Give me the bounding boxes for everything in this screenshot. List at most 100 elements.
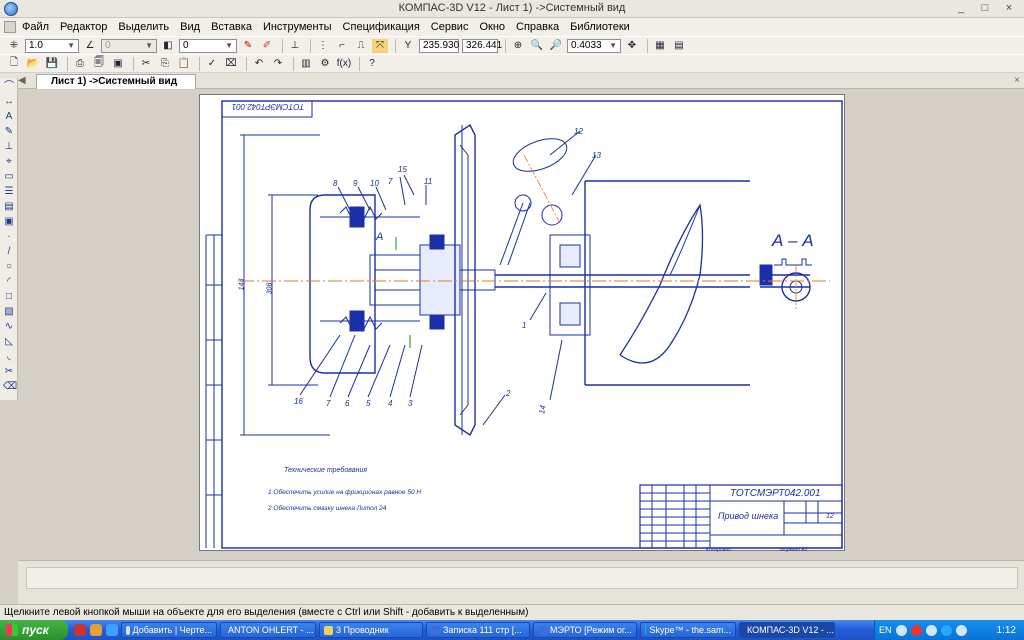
circle-icon[interactable]: ○ [3, 261, 15, 273]
clock[interactable]: 1:12 [997, 625, 1016, 636]
color-picker-icon[interactable]: ✎ [240, 39, 256, 53]
fillet-icon[interactable]: ◟ [3, 351, 15, 363]
coord-x-field[interactable]: 235.930 [419, 38, 459, 53]
erase-icon[interactable]: ⌫ [3, 381, 17, 393]
zoom-out-icon[interactable]: 🔎 [548, 39, 564, 53]
task-add-drawing[interactable]: Добавить | Черте... [121, 622, 217, 638]
menu-help[interactable]: Справка [516, 21, 559, 33]
angle-icon[interactable]: ∠ [82, 39, 98, 53]
menu-specification[interactable]: Спецификация [343, 21, 420, 33]
task-explorer[interactable]: 3 Проводник [319, 622, 423, 638]
notation-icon[interactable]: A [3, 111, 15, 123]
volume-tray-icon[interactable] [955, 624, 967, 636]
manager-icon[interactable]: ▥ [298, 57, 314, 71]
properties-icon[interactable]: ✓ [204, 57, 220, 71]
line-icon[interactable]: / [3, 246, 15, 258]
help-tray-icon[interactable] [895, 624, 907, 636]
language-indicator[interactable]: EN [879, 625, 892, 635]
chamfer-icon[interactable]: ◺ [3, 336, 15, 348]
point-icon[interactable]: · [3, 231, 15, 243]
library-icon[interactable]: ⚙ [317, 57, 333, 71]
paste-icon[interactable]: 📋 [176, 57, 192, 71]
orthogonal-icon[interactable]: ⊥ [287, 39, 303, 53]
pan-icon[interactable]: ✥ [624, 39, 640, 53]
snap-icon[interactable]: ⤧ [372, 38, 388, 53]
brush-icon[interactable]: ✐ [259, 39, 275, 53]
parametrization-icon[interactable]: ⊥ [3, 141, 15, 153]
start-button[interactable]: пуск [0, 620, 68, 640]
grid-icon[interactable]: ⋮ [315, 39, 331, 53]
refresh-view-icon[interactable]: ▦ [652, 39, 668, 53]
task-anton-ohlert[interactable]: ANTON OHLERT - ... [220, 622, 316, 638]
menu-tools[interactable]: Инструменты [263, 21, 332, 33]
zoom-select[interactable]: 0.4033 ▼ [567, 38, 621, 53]
step-select[interactable]: 1.0 ▼ [25, 38, 79, 53]
local-cs-icon[interactable]: ⌐ [334, 39, 350, 53]
layer-icon[interactable]: ◧ [160, 39, 176, 53]
save-icon[interactable]: 💾 [44, 57, 60, 71]
reports-icon[interactable]: ▤ [3, 201, 15, 213]
rectangle-icon[interactable]: □ [3, 291, 15, 303]
variables-icon[interactable]: f(x) [336, 57, 352, 71]
zoom-in-icon[interactable]: 🔍 [529, 39, 545, 53]
tab-close-icon[interactable]: × [1014, 75, 1020, 86]
arc-icon[interactable]: ◜ [3, 276, 15, 288]
menu-view[interactable]: Вид [180, 21, 200, 33]
spline-icon[interactable]: ∿ [3, 321, 15, 333]
ie-icon[interactable] [106, 624, 118, 636]
dimensions-icon[interactable]: ↔ [3, 96, 15, 108]
skype-tray-icon[interactable] [940, 624, 952, 636]
measure-icon[interactable]: ⌖ [3, 156, 15, 168]
task-notes-word[interactable]: Записка 111 стр [... [426, 622, 530, 638]
close-button[interactable]: × [998, 1, 1020, 16]
window-title: КОМПАС-3D V12 - Лист 1) ->Системный вид [398, 2, 626, 14]
menu-editor[interactable]: Редактор [60, 21, 107, 33]
angle-select[interactable]: 0 ▼ [101, 38, 157, 53]
spec-icon[interactable]: ☰ [3, 186, 15, 198]
minimize-button[interactable]: _ [950, 1, 972, 16]
format-painter-icon[interactable]: ⌧ [223, 57, 239, 71]
network-tray-icon[interactable] [925, 624, 937, 636]
show-all-icon[interactable]: ▤ [671, 39, 687, 53]
new-document-icon[interactable]: 🗋 [6, 57, 22, 71]
properties-panel-content[interactable] [26, 567, 1018, 589]
task-kompas[interactable]: КОМПАС-3D V12 - ... [739, 622, 835, 638]
drawing-sheet[interactable]: ТОТСМЭРТ042.001 А – А А 143 308 12 13 15… [199, 94, 845, 553]
opera-icon[interactable] [74, 624, 86, 636]
select-icon[interactable]: ▭ [3, 171, 15, 183]
menu-window[interactable]: Окно [479, 21, 505, 33]
tab-sheet-1[interactable]: Лист 1) ->Системный вид [36, 74, 196, 89]
ortho-mode-icon[interactable]: ⎍ [353, 39, 369, 53]
menu-libraries[interactable]: Библиотеки [570, 21, 630, 33]
copy-icon[interactable]: ⎘ [157, 57, 173, 71]
print-preview-icon[interactable]: 🗐 [91, 57, 107, 71]
layer-select[interactable]: 0 ▼ [179, 38, 237, 53]
document-menu-icon[interactable] [4, 21, 16, 33]
zoom-window-icon[interactable]: ⊕ [510, 39, 526, 53]
redo-icon[interactable]: ↷ [270, 57, 286, 71]
preview-icon[interactable]: ▣ [110, 57, 126, 71]
insert-view-icon[interactable]: ▣ [3, 216, 15, 228]
task-merto-compat[interactable]: МЭРТО [Режим ог... [533, 622, 637, 638]
menu-insert[interactable]: Вставка [211, 21, 252, 33]
hatch-icon[interactable]: ▧ [3, 306, 15, 318]
undo-icon[interactable]: ↶ [251, 57, 267, 71]
help-cursor-icon[interactable]: ? [364, 57, 380, 71]
menu-file[interactable]: Файл [22, 21, 49, 33]
title-block-sheet-number: 12 [826, 513, 834, 520]
geometry-icon[interactable]: ⌒ [3, 81, 15, 93]
cut-icon[interactable]: ✂ [138, 57, 154, 71]
antivirus-tray-icon[interactable] [910, 624, 922, 636]
menu-service[interactable]: Сервис [431, 21, 469, 33]
open-icon[interactable]: 📂 [25, 57, 41, 71]
menu-select[interactable]: Выделить [118, 21, 169, 33]
maximize-button[interactable]: □ [974, 1, 996, 16]
trim-icon[interactable]: ✂ [3, 366, 15, 378]
print-icon[interactable]: ⎙ [72, 57, 88, 71]
tab-scroll-left-icon[interactable]: ◀ [18, 75, 26, 86]
firefox-icon[interactable] [90, 624, 102, 636]
coord-y-field[interactable]: 326.441 [462, 38, 502, 53]
task-skype[interactable]: Skype™ - the.sam... [640, 622, 736, 638]
edit-icon[interactable]: ✎ [3, 126, 15, 138]
grid-snap-icon[interactable]: ⁜ [6, 39, 22, 53]
